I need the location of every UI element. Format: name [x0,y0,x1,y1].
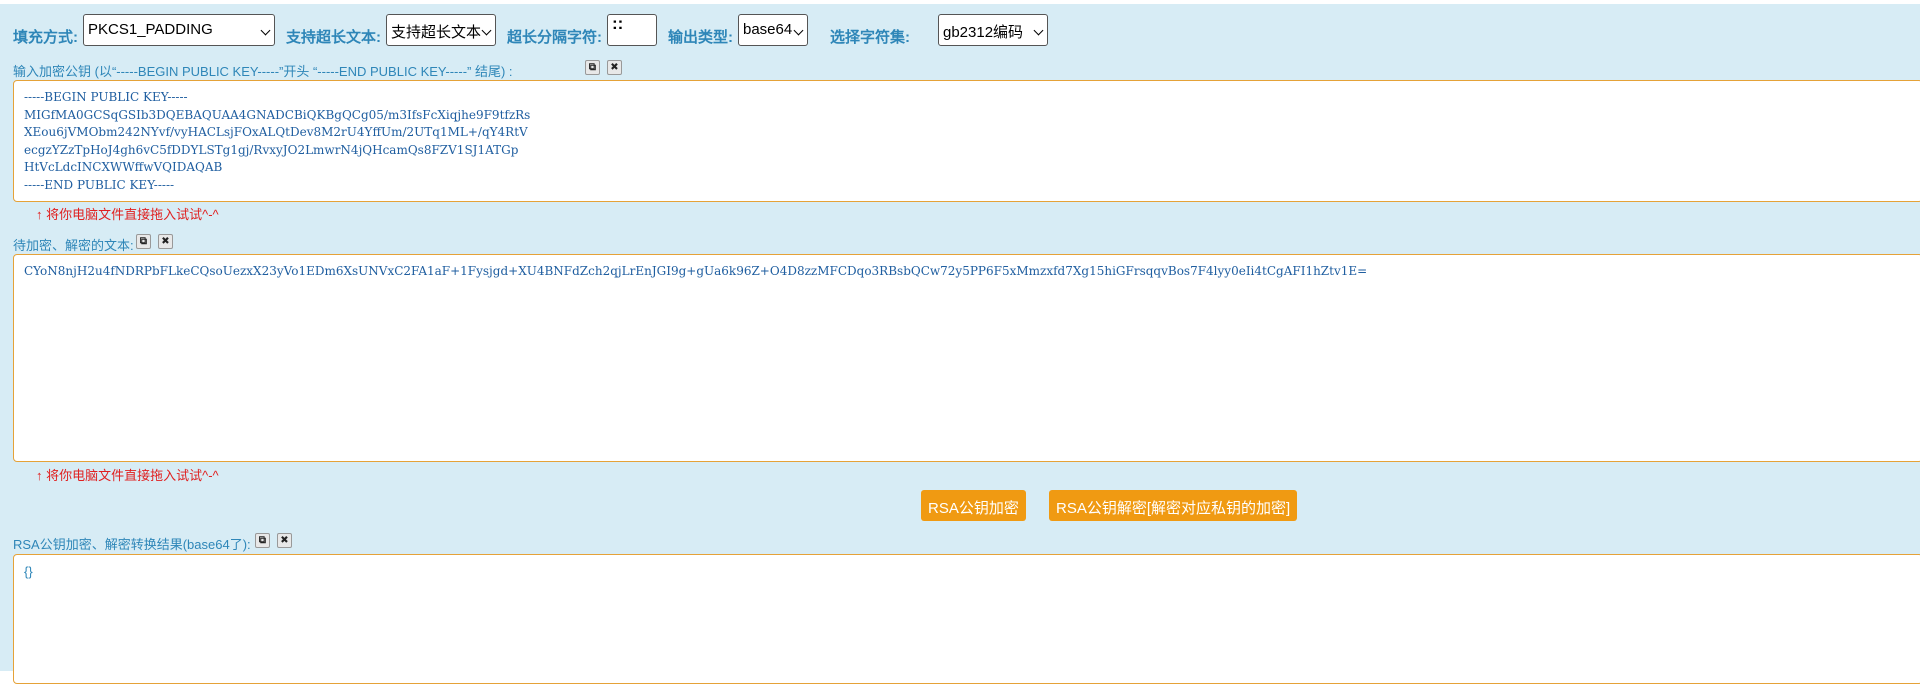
pubkey-drop-hint: ↑ 将你电脑文件直接拖入试试^-^ [36,204,219,223]
output-type-select[interactable]: base64 [738,14,808,46]
chevron-down-icon [260,25,271,36]
output-type-select-value: base64 [743,21,793,38]
separator-label: 超长分隔字符: [507,29,602,46]
arrow-up-icon: ↑ [36,468,43,483]
longtext-select-value: 支持超长文本 [391,24,482,41]
pubkey-label: 输入加密公钥 (以“-----BEGIN PUBLIC KEY-----”开头 … [13,64,513,79]
padding-select[interactable]: PKCS1_PADDING [83,14,275,46]
rsa-encrypt-button[interactable]: RSA公钥加密 [921,490,1026,521]
plaintext-textarea[interactable]: CYoN8njH2u4fNDRPbFLkeCQsoUezxX23yVo1EDm6… [13,254,1920,462]
padding-select-value: PKCS1_PADDING [88,21,213,38]
result-textarea[interactable]: {} [13,554,1920,684]
longtext-select[interactable]: 支持超长文本 [386,14,496,46]
pubkey-hint-text: 将你电脑文件直接拖入试试^-^ [46,207,219,222]
main-panel: 填充方式: PKCS1_PADDING 支持超长文本: 支持超长文本 超长分隔字… [0,4,1920,684]
padding-label: 填充方式: [13,29,78,46]
charset-select[interactable]: gb2312编码 [938,14,1048,46]
plaintext-hint-text: 将你电脑文件直接拖入试试^-^ [46,468,219,483]
output-type-label: 输出类型: [668,29,733,46]
chevron-down-icon [1033,25,1044,36]
arrow-up-icon: ↑ [36,207,43,222]
pubkey-textarea[interactable]: -----BEGIN PUBLIC KEY----- MIGfMA0GCSqGS… [13,80,1920,202]
plaintext-label: 待加密、解密的文本: [13,238,134,253]
copy-icon[interactable]: ⧉ [136,234,151,249]
close-icon[interactable]: ✖ [607,60,622,75]
result-label: RSA公钥加密、解密转换结果(base64了): [13,537,251,552]
plaintext-drop-hint: ↑ 将你电脑文件直接拖入试试^-^ [36,465,219,484]
close-icon[interactable]: ✖ [158,234,173,249]
chevron-down-icon [793,25,804,36]
charset-label: 选择字符集: [830,29,910,46]
separator-input[interactable]: :: [607,14,657,46]
close-icon[interactable]: ✖ [277,533,292,548]
rsa-decrypt-button[interactable]: RSA公钥解密[解密对应私钥的加密] [1049,490,1298,521]
charset-select-value: gb2312编码 [943,24,1024,41]
chevron-down-icon [481,25,492,36]
copy-icon[interactable]: ⧉ [255,533,270,548]
longtext-label: 支持超长文本: [286,29,381,46]
copy-icon[interactable]: ⧉ [585,60,600,75]
